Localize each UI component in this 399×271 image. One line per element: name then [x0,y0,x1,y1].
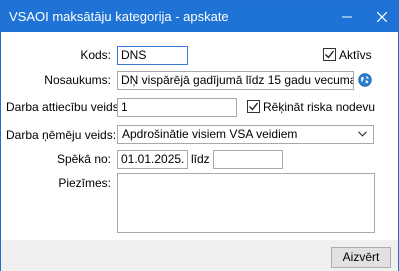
window-title: VSAOI maksātāju kategorija - apskate [9,9,229,24]
nosaukums-field[interactable]: DŅ vispārējā gadījumā līdz 15 gadu vecum… [117,71,354,90]
darba-attiecibu-veids-field[interactable]: 1 [117,98,237,117]
darba-nemeju-veids-select[interactable]: Apdrošinātie visiem VSA veidiem [117,125,374,144]
check-icon [325,50,335,59]
globe-icon[interactable] [358,73,372,87]
chevron-down-icon [358,131,367,137]
nosaukums-label: Nosaukums: [44,73,111,87]
rekinat-riska-nodevu-label: Rēķināt riska nodevu [263,100,376,114]
darba-nemeju-veids-label: Darba ņēmēju veids: [6,128,117,142]
check-icon [249,102,259,111]
rekinat-riska-nodevu-checkbox[interactable] [247,100,260,113]
aktivs-label: Aktīvs [339,48,372,62]
aktivs-checkbox[interactable] [323,48,336,61]
dialog-window: VSAOI maksātāju kategorija - apskate Kod… [0,0,399,271]
minimize-icon [342,16,352,17]
piezimes-textarea[interactable] [117,173,375,233]
kods-field[interactable]: DNS [117,46,188,65]
lidz-label: līdz [191,152,210,166]
title-bar[interactable]: VSAOI maksātāju kategorija - apskate [1,1,398,32]
close-button[interactable]: Aizvērt [331,247,391,268]
kods-label: Kods: [80,48,111,62]
speka-no-field[interactable]: 01.01.2025. [117,150,188,169]
lidz-field[interactable] [213,150,283,169]
close-window-button[interactable] [367,1,397,32]
darba-attiecibu-veids-label: Darba attiecību veids: [6,100,123,114]
piezimes-label: Piezīmes: [58,176,111,190]
minimize-button[interactable] [332,1,362,32]
speka-no-label: Spēkā no: [56,152,111,166]
close-icon [377,11,387,22]
darba-nemeju-veids-value: Apdrošinātie visiem VSA veidiem [122,127,298,141]
